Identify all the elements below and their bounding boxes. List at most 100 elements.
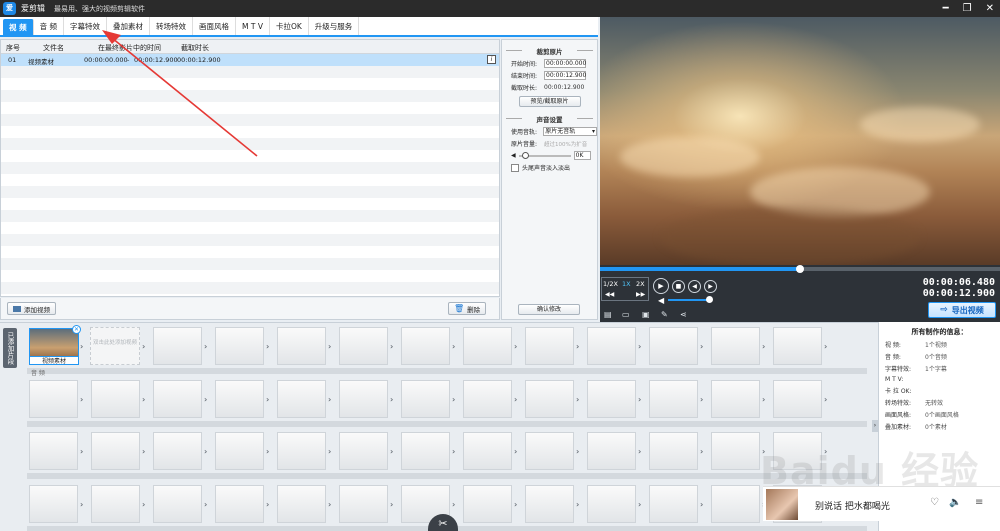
export-video-button[interactable]: ⇨ 导出视频: [928, 302, 996, 318]
table-row[interactable]: [1, 198, 499, 210]
maximize-icon[interactable]: ❐: [963, 3, 972, 14]
empty-clip-slot[interactable]: [525, 327, 574, 365]
table-row[interactable]: [1, 162, 499, 174]
seek-knob[interactable]: [796, 265, 804, 273]
tab-video[interactable]: 视 频: [3, 19, 34, 35]
start-time-input[interactable]: 00:00:00.000: [544, 59, 586, 68]
add-video-button[interactable]: 添加视频: [7, 302, 56, 315]
save-project-icon[interactable]: ▣: [642, 310, 650, 319]
tab-upgrade[interactable]: 升级与服务: [309, 17, 360, 35]
table-row[interactable]: [1, 90, 499, 102]
add-video-slot[interactable]: 双击此处添加视频: [90, 327, 140, 365]
empty-clip-slot[interactable]: [587, 485, 636, 523]
close-icon[interactable]: ✕: [986, 3, 994, 14]
added-clips-tab[interactable]: 已添加片段: [3, 328, 17, 368]
table-row[interactable]: 01 视频素材 00:00:00.000 - 00:00:12.900 00:0…: [1, 54, 499, 66]
rewind-icon[interactable]: ◀◀: [605, 291, 614, 298]
volume-slider[interactable]: [518, 151, 571, 159]
volume-icon[interactable]: ◀: [658, 296, 664, 305]
table-row[interactable]: [1, 102, 499, 114]
preview-clip-button[interactable]: 预览/截取原片: [518, 96, 581, 107]
player-volume-knob[interactable]: [706, 296, 713, 303]
share-icon[interactable]: ⋖: [680, 310, 687, 319]
album-cover[interactable]: [766, 489, 798, 520]
speaker-small-icon[interactable]: 🔈: [949, 497, 961, 508]
table-row[interactable]: [1, 210, 499, 222]
table-row[interactable]: [1, 246, 499, 258]
empty-clip-slot[interactable]: [463, 485, 512, 523]
seek-bar[interactable]: [600, 265, 1000, 273]
save-icon[interactable]: ▤: [604, 310, 612, 319]
menu-icon[interactable]: ≡: [975, 497, 983, 508]
table-row[interactable]: [1, 282, 499, 294]
empty-clip-slot[interactable]: [711, 380, 760, 418]
minimize-icon[interactable]: ━: [943, 3, 949, 14]
forward-icon[interactable]: ▶▶: [636, 291, 645, 298]
empty-clip-slot[interactable]: [587, 380, 636, 418]
track-select[interactable]: 原片无音轨: [543, 127, 597, 136]
empty-clip-slot[interactable]: [401, 380, 450, 418]
volume-input[interactable]: 0K: [573, 151, 591, 160]
empty-clip-slot[interactable]: [711, 327, 760, 365]
confirm-button[interactable]: 确认修改: [518, 304, 580, 315]
remove-clip-icon[interactable]: ✕: [72, 325, 81, 334]
empty-clip-slot[interactable]: [153, 380, 202, 418]
table-row[interactable]: [1, 258, 499, 270]
tab-audio[interactable]: 音 频: [34, 17, 65, 35]
empty-clip-slot[interactable]: [525, 485, 574, 523]
empty-clip-slot[interactable]: [525, 380, 574, 418]
empty-clip-slot[interactable]: [339, 432, 388, 470]
empty-clip-slot[interactable]: [649, 485, 698, 523]
table-row[interactable]: [1, 222, 499, 234]
edit-icon[interactable]: ✎: [661, 310, 668, 319]
table-row[interactable]: [1, 270, 499, 282]
empty-clip-slot[interactable]: [277, 380, 326, 418]
empty-clip-slot[interactable]: [153, 485, 202, 523]
heart-icon[interactable]: ♡: [930, 497, 939, 508]
tab-overlay[interactable]: 叠加素材: [107, 17, 151, 35]
empty-clip-slot[interactable]: [525, 432, 574, 470]
col-name[interactable]: 文件名: [43, 43, 64, 53]
table-row[interactable]: [1, 150, 499, 162]
empty-clip-slot[interactable]: [773, 380, 822, 418]
empty-clip-slot[interactable]: [29, 380, 78, 418]
empty-clip-slot[interactable]: [339, 380, 388, 418]
tab-transitions[interactable]: 转场特效: [150, 17, 194, 35]
empty-clip-slot[interactable]: [277, 432, 326, 470]
empty-clip-slot[interactable]: [91, 380, 140, 418]
empty-clip-slot[interactable]: [711, 432, 760, 470]
table-row[interactable]: [1, 174, 499, 186]
empty-clip-slot[interactable]: [711, 485, 760, 523]
tab-karaoke[interactable]: 卡拉OK: [270, 17, 309, 35]
empty-clip-slot[interactable]: [215, 327, 264, 365]
empty-clip-slot[interactable]: [215, 380, 264, 418]
empty-clip-slot[interactable]: [401, 327, 450, 365]
play-button[interactable]: ▶: [653, 278, 669, 294]
table-row[interactable]: [1, 138, 499, 150]
tab-mtv[interactable]: M T V: [236, 17, 270, 35]
volume-slider-knob[interactable]: [521, 151, 529, 159]
end-time-input[interactable]: 00:00:12.900: [544, 71, 586, 80]
speed-2x[interactable]: 2X: [636, 280, 645, 288]
empty-clip-slot[interactable]: [463, 380, 512, 418]
empty-clip-slot[interactable]: [649, 432, 698, 470]
table-row[interactable]: [1, 66, 499, 78]
empty-clip-slot[interactable]: [215, 485, 264, 523]
empty-clip-slot[interactable]: [153, 432, 202, 470]
empty-clip-slot[interactable]: [29, 432, 78, 470]
empty-clip-slot[interactable]: [29, 485, 78, 523]
delete-button[interactable]: 🗑 删除: [448, 302, 487, 315]
empty-clip-slot[interactable]: [91, 485, 140, 523]
prev-frame-button[interactable]: ◀: [688, 280, 701, 293]
open-folder-icon[interactable]: ▭: [622, 310, 630, 319]
speed-1x[interactable]: 1X: [622, 280, 631, 288]
empty-clip-slot[interactable]: [277, 327, 326, 365]
fade-checkbox[interactable]: [511, 163, 519, 172]
empty-clip-slot[interactable]: [463, 327, 512, 365]
empty-clip-slot[interactable]: [339, 485, 388, 523]
empty-clip-slot[interactable]: [463, 432, 512, 470]
col-duration[interactable]: 截取时长: [181, 43, 209, 53]
table-row[interactable]: [1, 114, 499, 126]
empty-clip-slot[interactable]: [215, 432, 264, 470]
table-row[interactable]: [1, 126, 499, 138]
